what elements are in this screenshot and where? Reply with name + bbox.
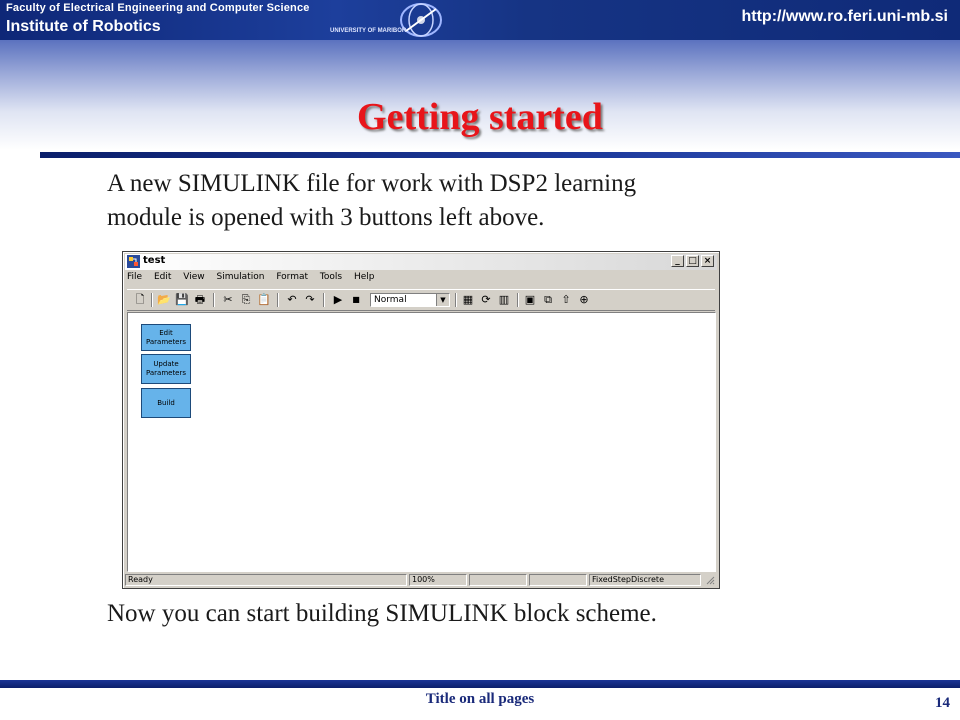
- simulink-app-icon: [127, 255, 140, 268]
- toolbar-separator: [213, 293, 214, 307]
- institute-name: Institute of Robotics: [6, 18, 161, 35]
- build-icon[interactable]: ▦: [461, 293, 475, 307]
- paragraph-line-1: A new SIMULINK file for work with DSP2 l…: [107, 170, 637, 197]
- paste-icon[interactable]: 📋: [257, 293, 271, 307]
- update-parameters-block[interactable]: Update Parameters: [141, 354, 191, 384]
- close-button[interactable]: ×: [701, 255, 714, 267]
- minimize-button[interactable]: _: [671, 255, 684, 267]
- model-canvas[interactable]: Edit Parameters Update Parameters Build: [127, 312, 716, 572]
- menu-file[interactable]: File: [127, 272, 142, 282]
- chevron-down-icon[interactable]: ▼: [436, 294, 449, 306]
- paragraph-2: Now you can start building SIMULINK bloc…: [107, 600, 657, 627]
- faculty-name: Faculty of Electrical Engineering and Co…: [6, 2, 310, 14]
- menu-edit[interactable]: Edit: [154, 272, 171, 282]
- status-empty: [529, 574, 587, 586]
- status-empty: [469, 574, 527, 586]
- footer-rule: [0, 680, 960, 688]
- window-titlebar[interactable]: test _ □ ×: [125, 254, 717, 270]
- window-title: test: [143, 255, 166, 266]
- simulation-mode-value: Normal: [374, 295, 407, 305]
- build-block[interactable]: Build: [141, 388, 191, 418]
- model-browser-icon[interactable]: ▣: [523, 293, 537, 307]
- status-bar: Ready 100% FixedStepDiscrete: [125, 574, 717, 586]
- undo-icon[interactable]: ↶: [285, 293, 299, 307]
- copy-icon[interactable]: ⎘: [239, 293, 253, 307]
- university-name: UNIVERSITY OF MARIBOR: [330, 28, 407, 34]
- slide-title: Getting started: [357, 96, 603, 138]
- status-ready: Ready: [125, 574, 407, 586]
- help-icon[interactable]: ⊕: [577, 293, 591, 307]
- menu-format[interactable]: Format: [276, 272, 308, 282]
- menu-tools[interactable]: Tools: [320, 272, 342, 282]
- toolbar-separator: [455, 293, 456, 307]
- new-icon[interactable]: 🗋: [133, 293, 147, 307]
- print-icon[interactable]: 🖶: [193, 293, 207, 307]
- edit-parameters-block[interactable]: Edit Parameters: [141, 324, 191, 351]
- title-rule: [40, 152, 960, 158]
- toolbar-separator: [277, 293, 278, 307]
- toolbar: 🗋 📂 💾 🖶 ✂ ⎘ 📋 ↶ ↷ ▶ ■ Normal ▼ ▦ ⟳ ▥ ▣ ⧉…: [127, 289, 715, 311]
- stop-simulation-icon[interactable]: ■: [349, 293, 363, 307]
- simulink-window: test _ □ × File Edit View Simulation For…: [122, 251, 720, 589]
- start-simulation-icon[interactable]: ▶: [331, 293, 345, 307]
- open-icon[interactable]: 📂: [157, 293, 171, 307]
- footer-text: Title on all pages: [425, 691, 535, 707]
- menu-help[interactable]: Help: [354, 272, 375, 282]
- block-label: Parameters: [145, 369, 187, 377]
- status-solver: FixedStepDiscrete: [589, 574, 701, 586]
- update-diagram-icon[interactable]: ⟳: [479, 293, 493, 307]
- maximize-button[interactable]: □: [686, 255, 699, 267]
- block-label: Edit: [159, 328, 173, 337]
- header-url: http://www.ro.feri.uni-mb.si: [741, 8, 948, 25]
- toolbar-separator: [151, 293, 152, 307]
- menu-view[interactable]: View: [183, 272, 204, 282]
- redo-icon[interactable]: ↷: [303, 293, 317, 307]
- toolbar-separator: [323, 293, 324, 307]
- menu-bar: File Edit View Simulation Format Tools H…: [127, 272, 715, 286]
- toolbar-separator: [517, 293, 518, 307]
- block-label: Parameters: [145, 337, 187, 346]
- library-browser-icon[interactable]: ▥: [497, 293, 511, 307]
- status-zoom: 100%: [409, 574, 467, 586]
- menu-simulation[interactable]: Simulation: [216, 272, 264, 282]
- block-label: Build: [157, 398, 175, 407]
- debugger-icon[interactable]: ⧉: [541, 293, 555, 307]
- block-label: Update: [153, 360, 179, 368]
- cut-icon[interactable]: ✂: [221, 293, 235, 307]
- paragraph-line-2: module is opened with 3 buttons left abo…: [107, 204, 545, 231]
- resize-grip-icon[interactable]: [705, 575, 715, 585]
- go-to-parent-icon[interactable]: ⇧: [559, 293, 573, 307]
- save-icon[interactable]: 💾: [175, 293, 189, 307]
- simulation-mode-select[interactable]: Normal ▼: [370, 293, 450, 307]
- page-number: 14: [935, 695, 950, 711]
